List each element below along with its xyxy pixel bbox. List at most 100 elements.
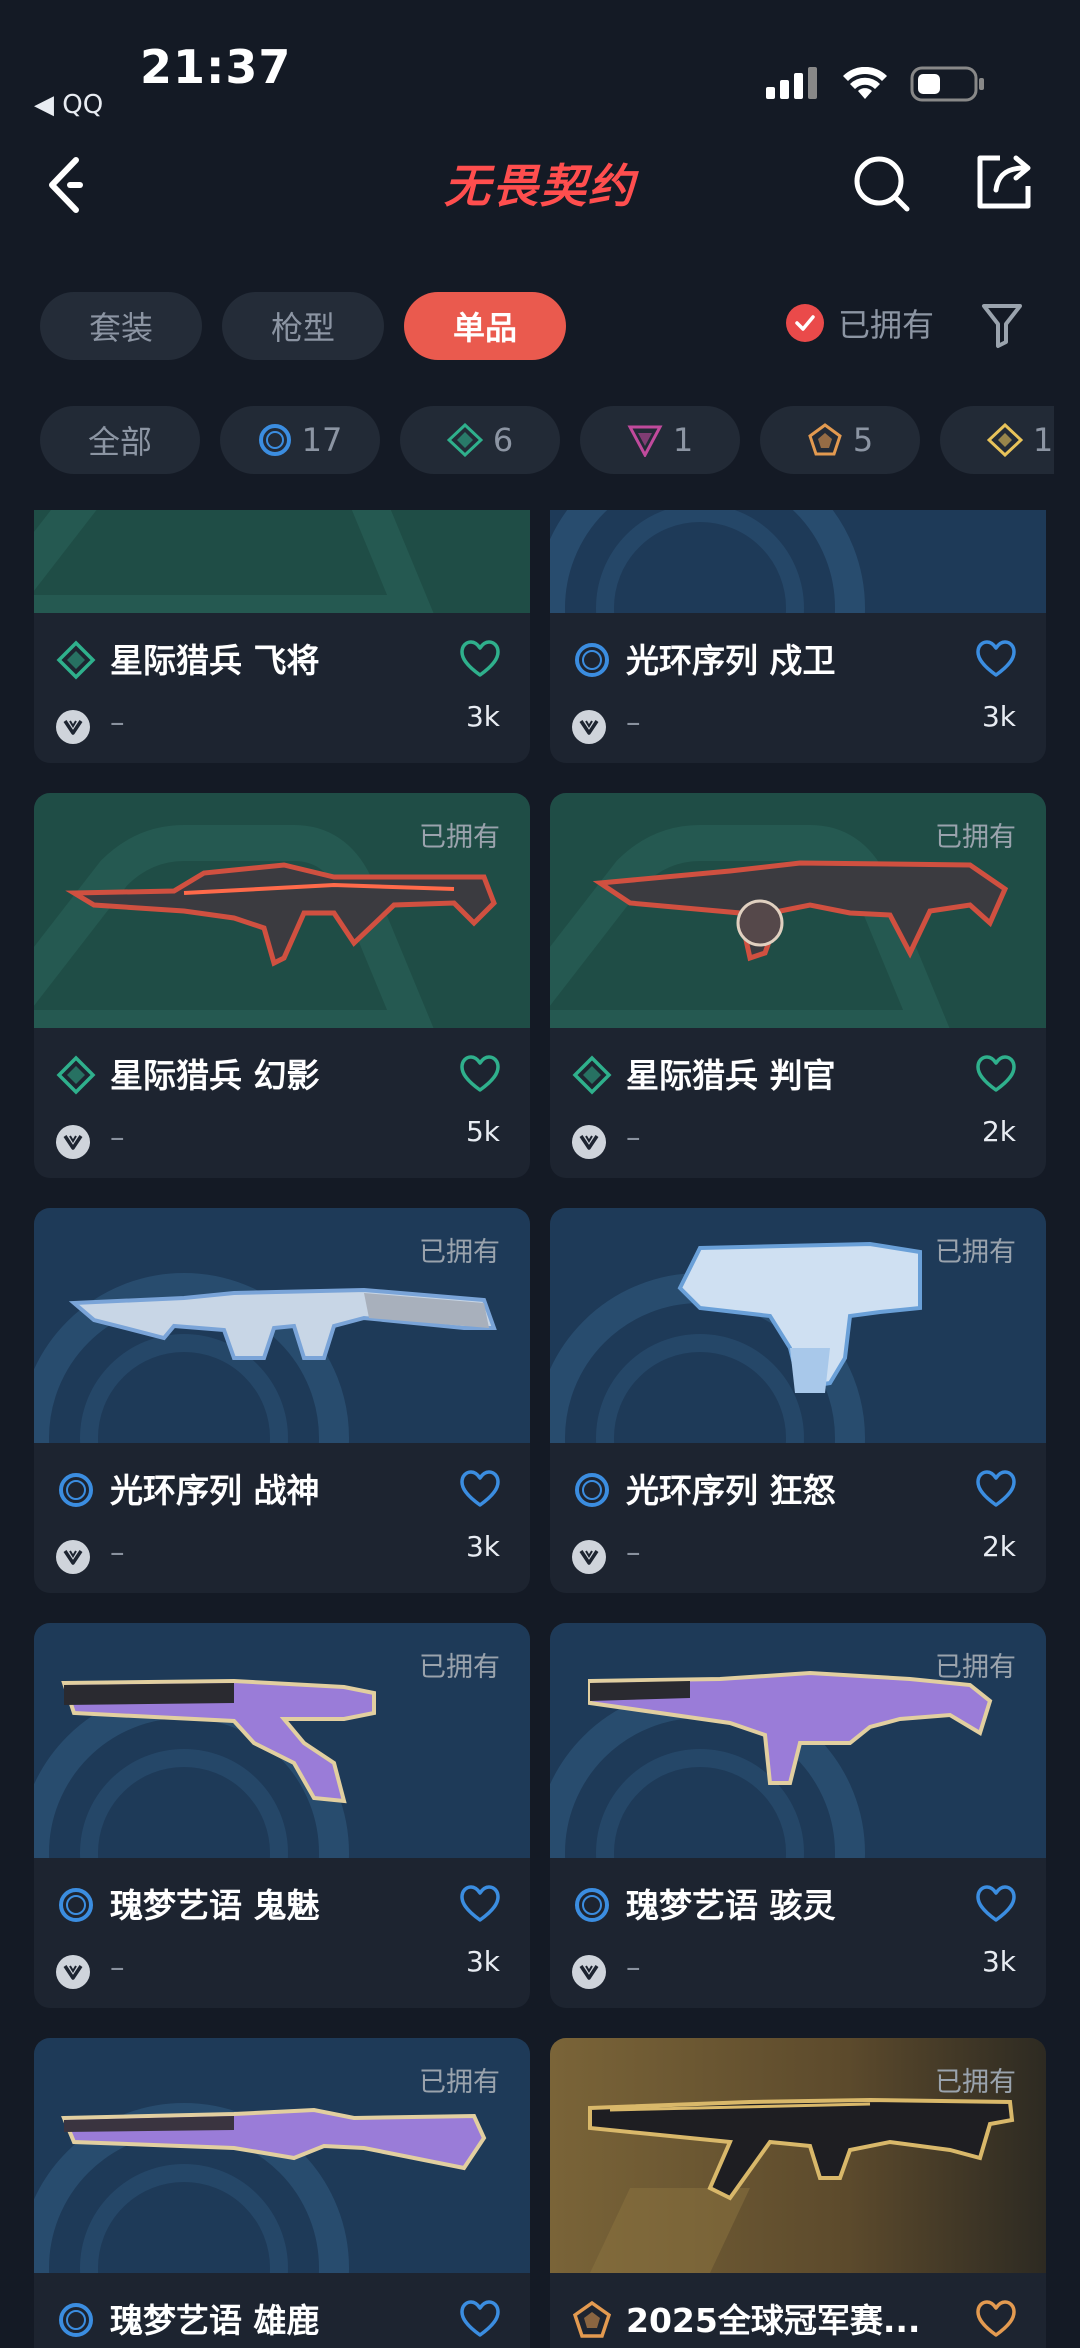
tier-filter-count: 5 bbox=[852, 421, 874, 459]
owned-tag: 已拥有 bbox=[935, 1652, 1016, 1683]
vp-currency-icon bbox=[572, 1955, 606, 1989]
share-icon bbox=[977, 155, 1031, 209]
skin-name: 2025全球冠军赛... bbox=[626, 2301, 921, 2340]
select-tier-icon bbox=[575, 643, 609, 677]
search-icon bbox=[854, 156, 910, 212]
like-count: 3k bbox=[465, 1945, 500, 1978]
tier-filter-count: 1 bbox=[1032, 421, 1054, 459]
select-tier-icon bbox=[575, 1888, 609, 1922]
header: 无畏契约 bbox=[0, 130, 1080, 240]
skin-card[interactable]: 已拥有 瑰梦艺语 骇灵 – 3k bbox=[550, 1623, 1046, 2008]
checkmark-icon bbox=[786, 304, 824, 342]
search-button[interactable] bbox=[852, 154, 912, 214]
favorite-heart-icon[interactable] bbox=[976, 1055, 1016, 1093]
skin-image: 已拥有 bbox=[550, 793, 1046, 1028]
like-count: 2k bbox=[981, 1530, 1016, 1563]
skin-card[interactable]: 已拥有 光环序列 狂怒 – 2k bbox=[550, 1208, 1046, 1593]
tier-filter-select[interactable]: 17 bbox=[220, 406, 380, 474]
like-count: 3k bbox=[465, 1530, 500, 1563]
deluxe-tier-icon bbox=[572, 1055, 612, 1095]
skin-name: 瑰梦艺语 骇灵 bbox=[626, 1886, 836, 1925]
favorite-heart-icon[interactable] bbox=[460, 640, 500, 678]
skin-price: – bbox=[110, 1950, 125, 1984]
skin-image: 已拥有 bbox=[550, 1208, 1046, 1443]
skin-price: – bbox=[626, 1950, 641, 1984]
skin-image: 已拥有 bbox=[550, 2038, 1046, 2273]
skin-card[interactable]: 已拥有 光环序列 战神 – 3k bbox=[34, 1208, 530, 1593]
skin-price: – bbox=[626, 1120, 641, 1154]
tier-filter-row: 全部 17 6 1 5 1 bbox=[40, 406, 1054, 474]
vp-currency-icon bbox=[572, 1540, 606, 1574]
like-count: 3k bbox=[981, 1945, 1016, 1978]
skin-card[interactable]: 光环序列 戍卫 – 3k bbox=[550, 510, 1046, 763]
deluxe-tier-icon bbox=[56, 640, 96, 680]
tab-weapon-type[interactable]: 枪型 bbox=[222, 292, 384, 360]
signal-icon bbox=[766, 67, 817, 99]
select-tier-icon bbox=[59, 1888, 93, 1922]
skin-name: 星际猎兵 飞将 bbox=[110, 641, 320, 680]
tier-filter-label: 全部 bbox=[87, 423, 152, 461]
skin-name: 光环序列 战神 bbox=[110, 1471, 320, 1510]
skin-card[interactable]: 已拥有 星际猎兵 判官 – 2k bbox=[550, 793, 1046, 1178]
skin-name: 瑰梦艺语 鬼魅 bbox=[110, 1886, 320, 1925]
skin-card[interactable]: 已拥有 2025全球冠军赛... 1890 710k bbox=[550, 2038, 1046, 2348]
status-icons bbox=[766, 66, 986, 102]
owned-tag: 已拥有 bbox=[419, 1237, 500, 1268]
category-tabs: 套装 枪型 单品 bbox=[40, 292, 566, 360]
select-tier-icon bbox=[575, 1473, 609, 1507]
favorite-heart-icon[interactable] bbox=[460, 2300, 500, 2338]
skin-card[interactable]: 已拥有 瑰梦艺语 雄鹿 – 2k bbox=[34, 2038, 530, 2348]
skin-image bbox=[34, 510, 530, 613]
tier-filter-all[interactable]: 全部 bbox=[40, 406, 200, 474]
tier-filter-count: 17 bbox=[301, 421, 343, 459]
skin-grid: 星际猎兵 飞将 – 3k 光环序列 戍卫 – 3k 已拥有 星际猎兵 幻影 – … bbox=[34, 510, 1046, 2348]
skin-name: 光环序列 狂怒 bbox=[626, 1471, 836, 1510]
skin-name: 光环序列 戍卫 bbox=[626, 641, 836, 680]
tier-filter-exclusive[interactable]: 5 bbox=[760, 406, 920, 474]
favorite-heart-icon[interactable] bbox=[976, 640, 1016, 678]
skin-card[interactable]: 已拥有 瑰梦艺语 鬼魅 – 3k bbox=[34, 1623, 530, 2008]
owned-tag: 已拥有 bbox=[935, 1237, 1016, 1268]
skin-price: – bbox=[110, 1535, 125, 1569]
owned-tag: 已拥有 bbox=[935, 822, 1016, 853]
owned-tag: 已拥有 bbox=[419, 822, 500, 853]
owned-filter-label: 已拥有 bbox=[838, 306, 935, 344]
tier-filter-ultra[interactable]: 1 bbox=[940, 406, 1054, 474]
weapon-render bbox=[34, 510, 530, 613]
tier-filter-premium[interactable]: 1 bbox=[580, 406, 740, 474]
skin-card[interactable]: 已拥有 星际猎兵 幻影 – 5k bbox=[34, 793, 530, 1178]
vp-currency-icon bbox=[56, 1125, 90, 1159]
vp-currency-icon bbox=[56, 1955, 90, 1989]
tier-filter-deluxe[interactable]: 6 bbox=[400, 406, 560, 474]
favorite-heart-icon[interactable] bbox=[976, 1885, 1016, 1923]
favorite-heart-icon[interactable] bbox=[460, 1470, 500, 1508]
skin-price: – bbox=[626, 1535, 641, 1569]
owned-tag: 已拥有 bbox=[419, 1652, 500, 1683]
skin-image: 已拥有 bbox=[34, 793, 530, 1028]
deluxe-tier-icon bbox=[56, 1055, 96, 1095]
tab-items[interactable]: 单品 bbox=[404, 292, 566, 360]
exclusive-tier-icon bbox=[808, 423, 842, 456]
tier-filter-count: 1 bbox=[672, 421, 694, 459]
vp-currency-icon bbox=[572, 1125, 606, 1159]
favorite-heart-icon[interactable] bbox=[976, 1470, 1016, 1508]
exclusive-tier-icon bbox=[572, 2300, 612, 2338]
favorite-heart-icon[interactable] bbox=[460, 1885, 500, 1923]
owned-filter-toggle[interactable]: 已拥有 bbox=[786, 300, 934, 346]
status-bar: 21:37 ◀ QQ bbox=[0, 0, 1080, 130]
like-count: 2k bbox=[981, 1115, 1016, 1148]
favorite-heart-icon[interactable] bbox=[976, 2300, 1016, 2338]
skin-card[interactable]: 星际猎兵 飞将 – 3k bbox=[34, 510, 530, 763]
clock: 21:37 bbox=[140, 40, 292, 94]
filter-button[interactable] bbox=[980, 300, 1024, 350]
tab-bundles[interactable]: 套装 bbox=[40, 292, 202, 360]
favorite-heart-icon[interactable] bbox=[460, 1055, 500, 1093]
ultra-tier-icon bbox=[986, 423, 1023, 457]
back-to-app-link[interactable]: ◀ QQ bbox=[34, 90, 103, 120]
share-button[interactable] bbox=[972, 150, 1036, 214]
skin-image: 已拥有 bbox=[34, 1623, 530, 1858]
wifi-icon bbox=[843, 67, 887, 99]
premium-tier-icon bbox=[627, 425, 663, 457]
skin-image: 已拥有 bbox=[34, 2038, 530, 2273]
like-count: 3k bbox=[465, 700, 500, 733]
